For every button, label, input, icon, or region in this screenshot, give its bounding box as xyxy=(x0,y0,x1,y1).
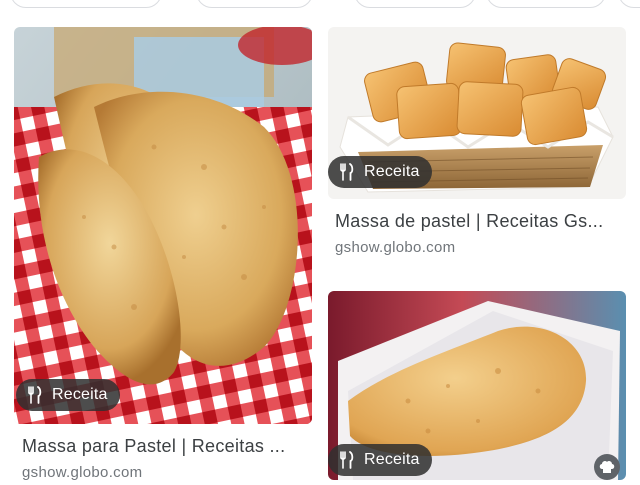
pastel-basket-image[interactable] xyxy=(14,27,312,424)
recipe-badge: Receita xyxy=(16,379,120,411)
image-result-card[interactable]: Receita xyxy=(328,291,626,480)
result-source[interactable]: gshow.globo.com xyxy=(22,464,142,481)
filter-chip[interactable] xyxy=(618,0,640,8)
filter-chip[interactable] xyxy=(196,0,313,8)
fork-knife-icon xyxy=(340,163,354,181)
result-title[interactable]: Massa de pastel | Receitas Gs... xyxy=(335,211,620,232)
filter-chip-row xyxy=(0,0,640,10)
filter-chip[interactable] xyxy=(354,0,476,8)
result-source[interactable]: gshow.globo.com xyxy=(335,239,455,256)
recipe-badge: Receita xyxy=(328,444,432,476)
chef-hat-icon xyxy=(594,454,620,480)
recipe-badge-label: Receita xyxy=(364,451,420,468)
image-result-card[interactable]: Receita Massa de pastel | Receitas Gs...… xyxy=(328,27,626,267)
image-result-card[interactable]: Receita Massa para Pastel | Receitas ...… xyxy=(14,27,312,481)
fork-knife-icon xyxy=(340,451,354,469)
filter-chip[interactable] xyxy=(486,0,606,8)
fork-knife-icon xyxy=(28,386,42,404)
recipe-badge-label: Receita xyxy=(364,163,420,180)
result-title[interactable]: Massa para Pastel | Receitas ... xyxy=(22,436,312,457)
recipe-badge-label: Receita xyxy=(52,386,108,403)
recipe-badge: Receita xyxy=(328,156,432,188)
filter-chip[interactable] xyxy=(10,0,162,8)
